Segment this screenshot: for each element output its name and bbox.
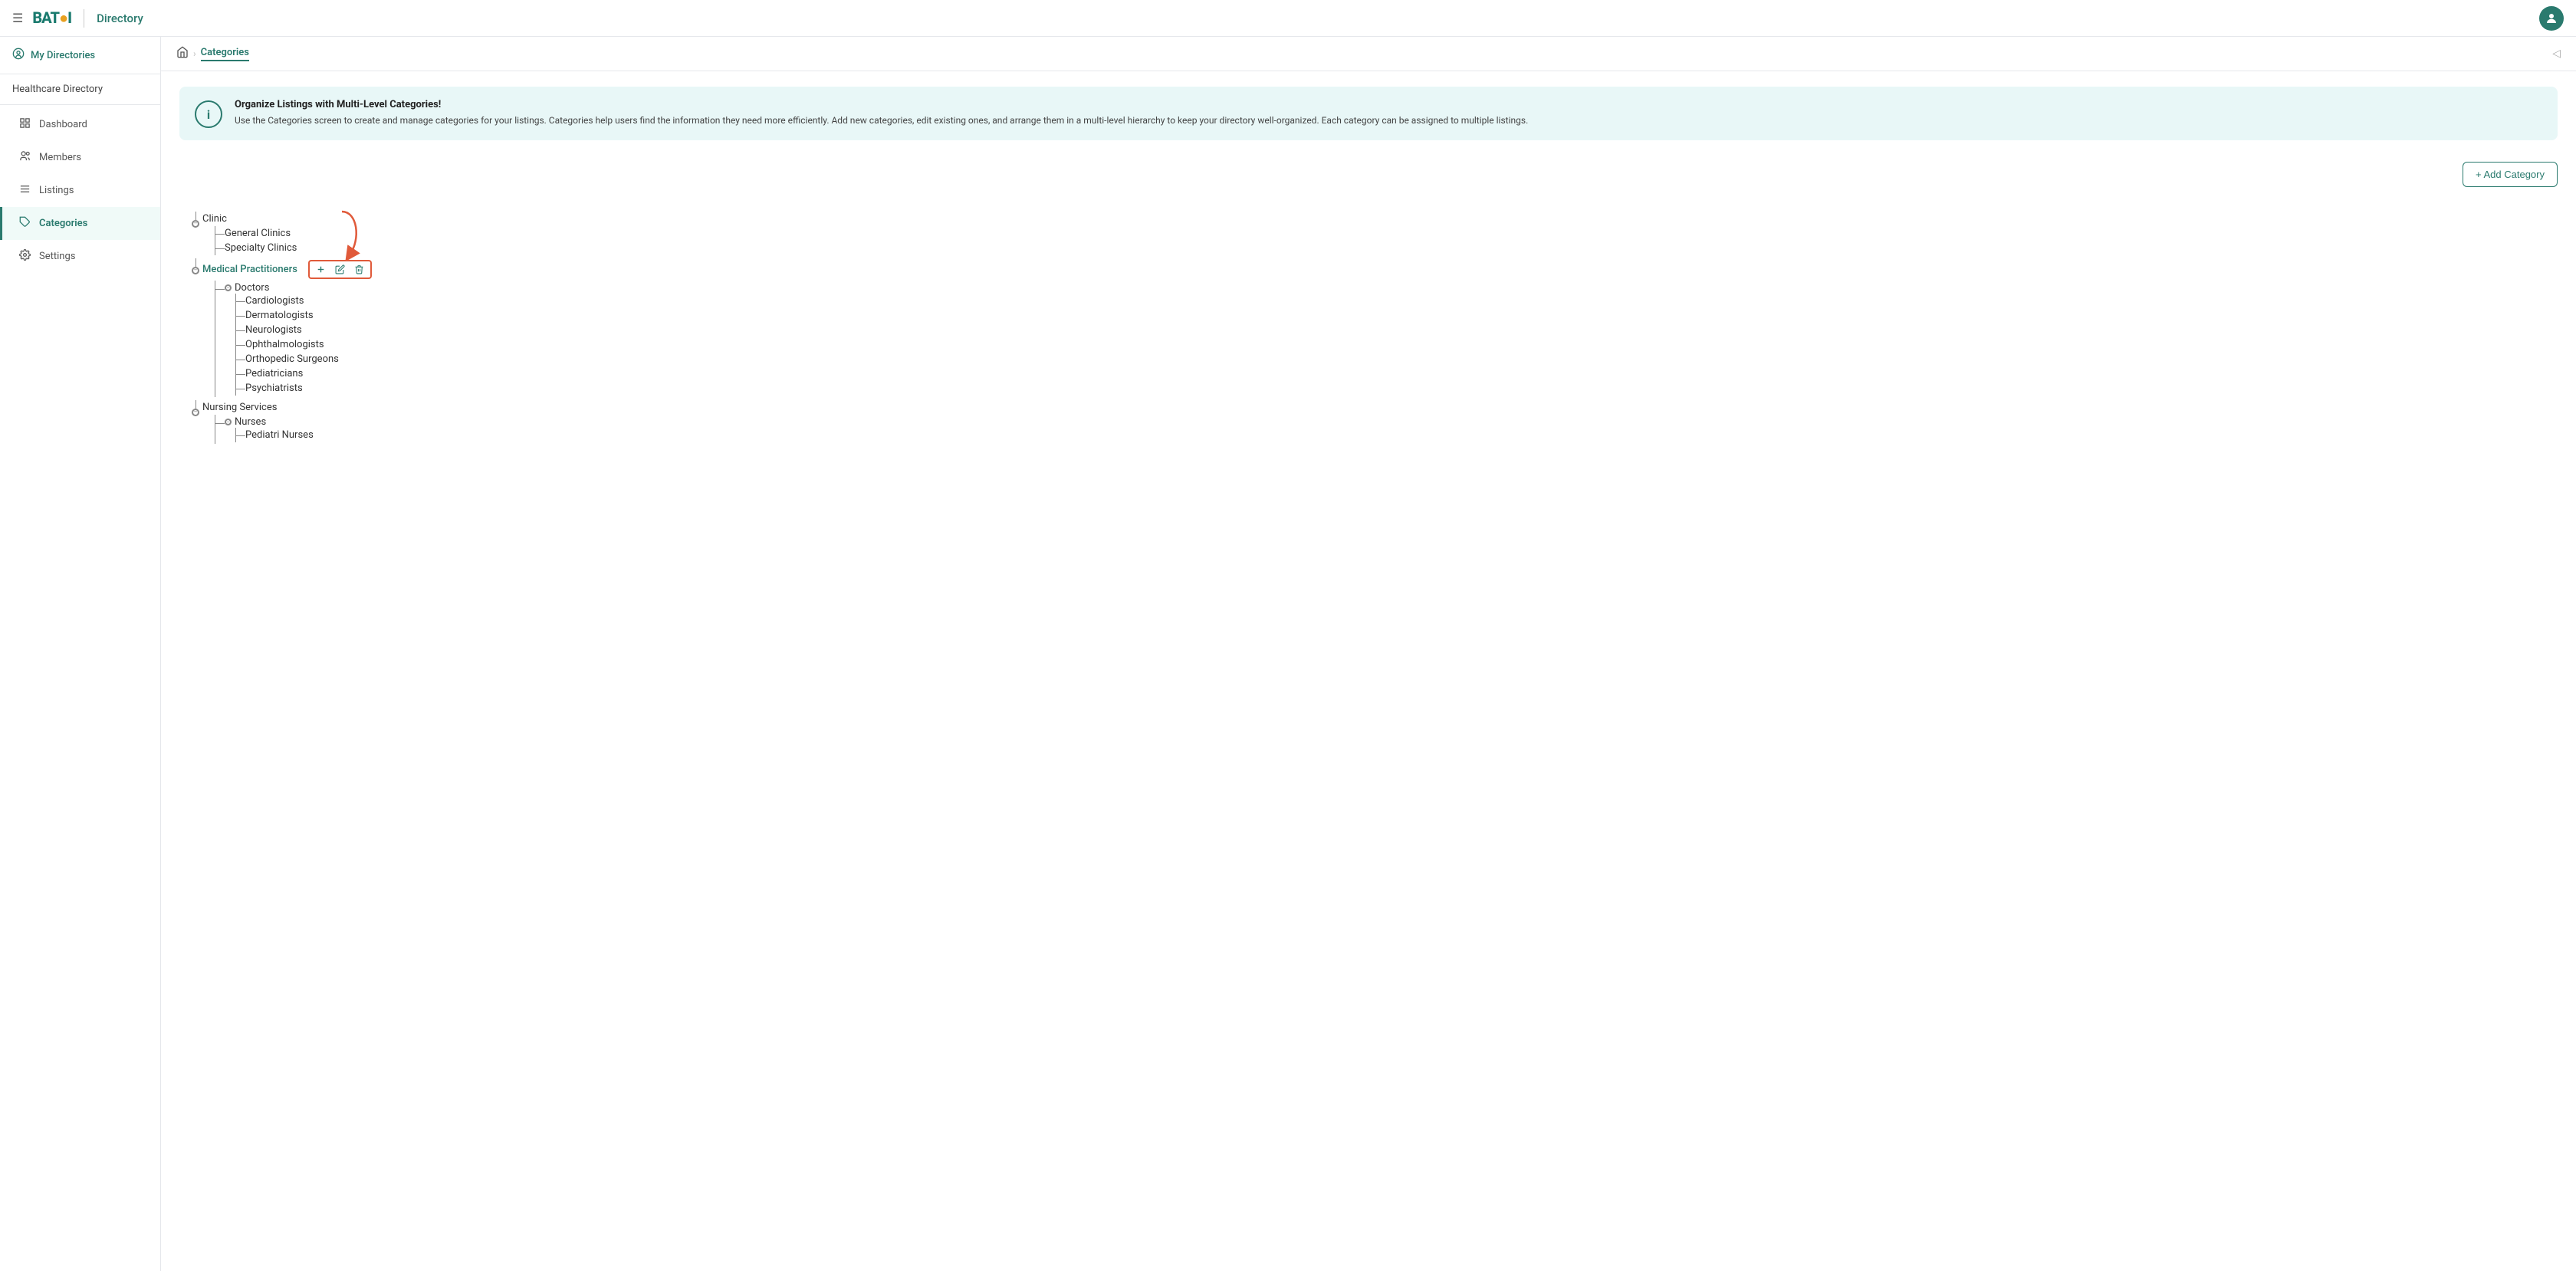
specialty-clinics-node[interactable]: Specialty Clinics <box>225 241 297 255</box>
sidebar-item-dashboard[interactable]: Dashboard <box>0 108 160 141</box>
my-directories-icon <box>12 48 25 63</box>
my-directories-link[interactable]: My Directories <box>0 37 160 74</box>
sidebar-item-settings[interactable]: Settings <box>0 240 160 273</box>
clinic-node[interactable]: Clinic <box>202 212 297 226</box>
sidebar-collapse-icon[interactable]: ◁ <box>2552 48 2561 60</box>
breadcrumb-bar: › Categories ◁ <box>161 37 2576 71</box>
breadcrumb-separator: › <box>193 48 196 59</box>
sidebar-item-members[interactable]: Members <box>0 141 160 174</box>
breadcrumb-current: Categories <box>201 47 249 61</box>
info-icon: i <box>195 100 222 128</box>
sidebar-item-categories[interactable]: Categories <box>0 207 160 240</box>
info-title: Organize Listings with Multi-Level Categ… <box>235 99 1528 110</box>
ophthalmologists-node[interactable]: Ophthalmologists <box>245 337 339 352</box>
category-tree: − Clinic General Clinics Specialty Clini… <box>161 199 2576 475</box>
listings-icon <box>18 183 31 198</box>
sidebar-navigation: Dashboard Members Listings Categories <box>0 108 160 273</box>
members-icon <box>18 150 31 165</box>
orthopedic-surgeons-node[interactable]: Orthopedic Surgeons <box>245 352 339 366</box>
top-navigation: ☰ BAT●I Directory <box>0 0 2576 37</box>
dashboard-label: Dashboard <box>39 119 87 130</box>
info-banner: i Organize Listings with Multi-Level Cat… <box>179 87 2558 140</box>
dashboard-icon <box>18 117 31 132</box>
nursing-services-node[interactable]: Nursing Services <box>202 400 314 415</box>
members-label: Members <box>39 152 81 163</box>
categories-icon <box>18 216 31 231</box>
logo-text: BAT●I <box>32 8 71 28</box>
medical-practitioners-node[interactable]: Medical Practitioners <box>202 258 372 281</box>
logo: BAT●I <box>32 8 71 28</box>
nurses-node[interactable]: − Nurses Pediatri Nurses <box>225 415 314 444</box>
cardiologists-node[interactable]: Cardiologists <box>245 294 339 308</box>
info-body: Use the Categories screen to create and … <box>235 113 1528 127</box>
info-text-block: Organize Listings with Multi-Level Categ… <box>235 99 1528 127</box>
general-clinics-node[interactable]: General Clinics <box>225 226 297 241</box>
edit-button[interactable] <box>334 263 347 276</box>
pediatri-nurses-node[interactable]: Pediatri Nurses <box>245 428 314 442</box>
categories-label: Categories <box>39 218 87 229</box>
my-directories-label: My Directories <box>31 50 95 61</box>
sidebar-item-listings[interactable]: Listings <box>0 174 160 207</box>
action-buttons-box <box>308 260 372 279</box>
neurologists-node[interactable]: Neurologists <box>245 323 339 337</box>
add-child-button[interactable] <box>314 263 327 276</box>
settings-icon <box>18 249 31 264</box>
doctors-node[interactable]: − Doctors Cardiologists Dermatologists N… <box>225 281 372 397</box>
toolbar: + Add Category <box>161 156 2576 199</box>
add-category-button[interactable]: + Add Category <box>2463 162 2558 187</box>
sidebar: My Directories Healthcare Directory Dash… <box>0 37 161 1271</box>
psychiatrists-node[interactable]: Psychiatrists <box>245 381 339 396</box>
settings-label: Settings <box>39 251 75 262</box>
main-content: › Categories ◁ i Organize Listings with … <box>161 37 2576 1271</box>
home-breadcrumb-icon[interactable] <box>176 46 189 61</box>
main-layout: My Directories Healthcare Directory Dash… <box>0 37 2576 1271</box>
listings-label: Listings <box>39 185 74 196</box>
app-title: Directory <box>97 11 143 25</box>
user-avatar[interactable] <box>2539 6 2564 31</box>
directory-name[interactable]: Healthcare Directory <box>0 74 160 105</box>
delete-button[interactable] <box>353 263 366 276</box>
pediatricians-node[interactable]: Pediatricians <box>245 366 339 381</box>
hamburger-menu-icon[interactable]: ☰ <box>12 11 23 25</box>
dermatologists-node[interactable]: Dermatologists <box>245 308 339 323</box>
